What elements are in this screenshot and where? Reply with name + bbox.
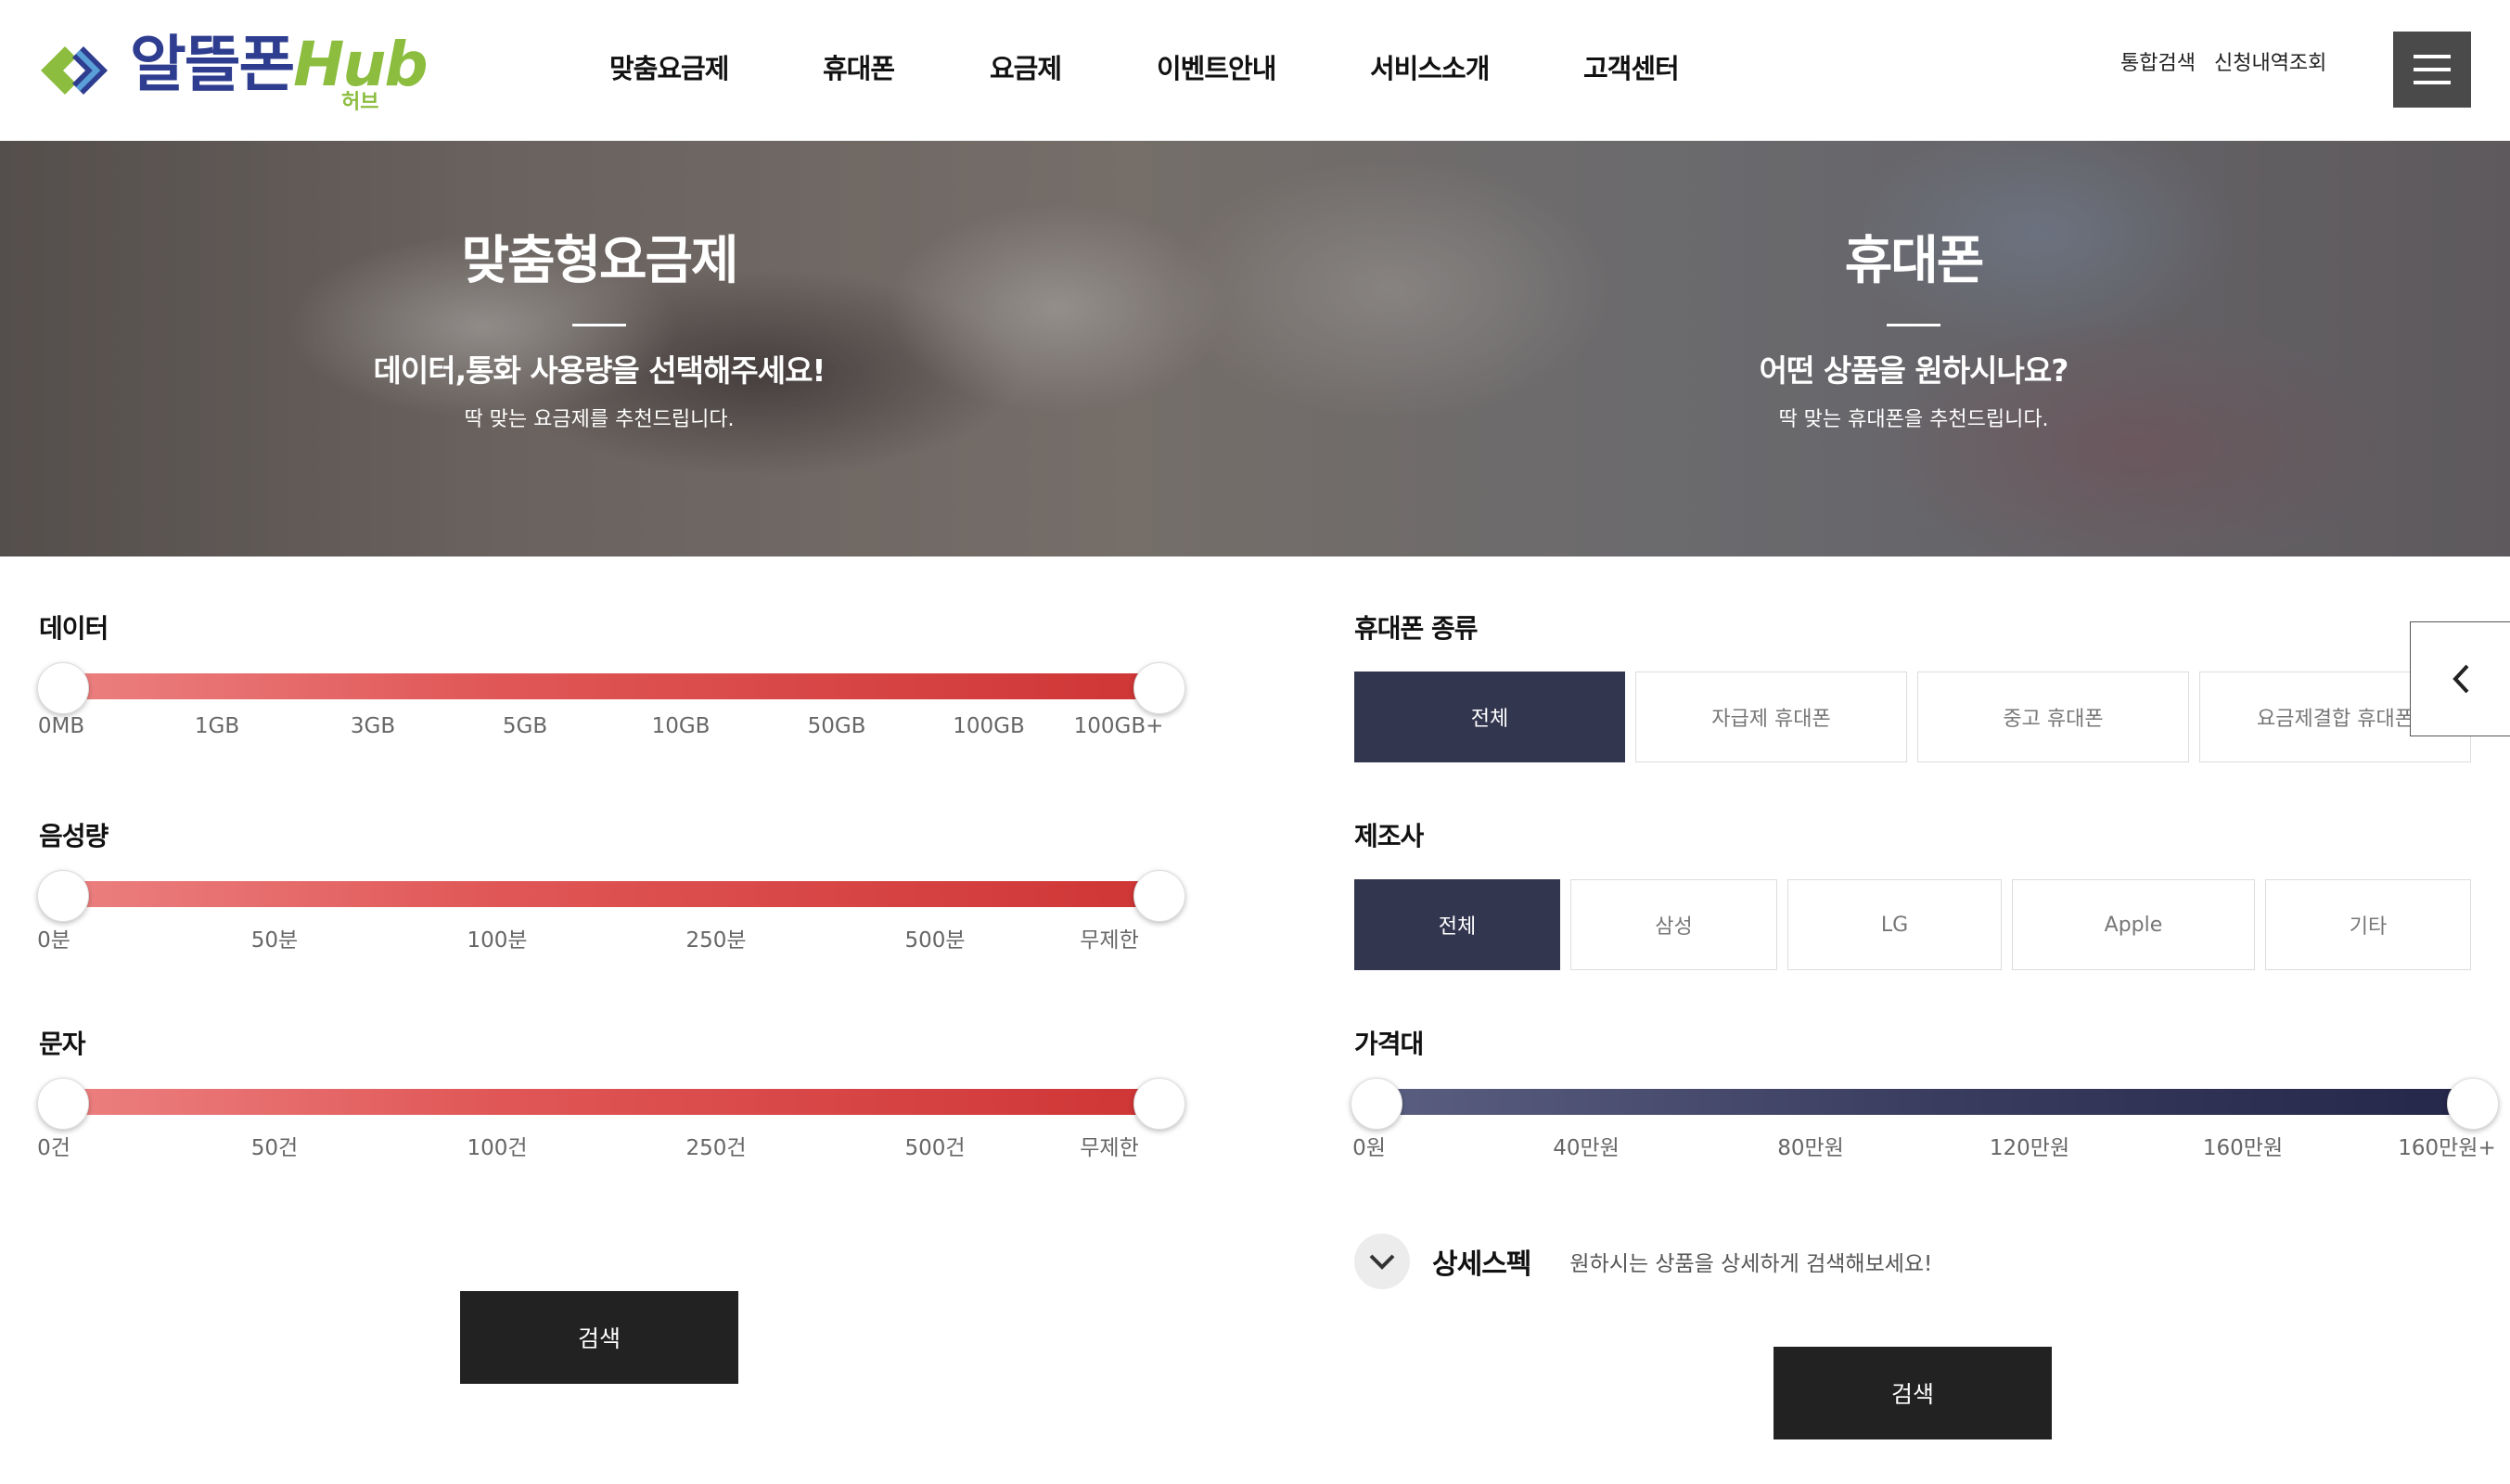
chevron-down-icon: [1369, 1254, 1395, 1270]
site-header: 알뜰폰Hub 허브 맞춤요금제 휴대폰 요금제 이벤트안내 서비스소개 고객센터…: [0, 0, 2510, 141]
sms-slider[interactable]: [37, 1068, 1187, 1130]
price-tick: 40만원: [1553, 1136, 1620, 1160]
price-slider-max-handle[interactable]: [2447, 1078, 2499, 1130]
hero-plan: 맞춤형요금제 데이터,통화 사용량을 선택해주세요! 딱 맞는 요금제를 추천드…: [228, 229, 970, 434]
sms-tick: 100건: [467, 1136, 528, 1160]
voice-tick: 100분: [467, 928, 528, 953]
nav-event[interactable]: 이벤트안내: [1157, 41, 1276, 96]
logo-text: 알뜰폰Hub: [130, 28, 429, 102]
voice-tick: 500분: [904, 928, 966, 953]
nav-custom-plan[interactable]: 맞춤요금제: [609, 41, 729, 96]
voice-tick: 무제한: [1080, 928, 1139, 953]
phone-search-button[interactable]: 검색: [1774, 1347, 2052, 1439]
nav-support[interactable]: 고객센터: [1583, 41, 1680, 96]
chevron-left-icon: [2452, 664, 2468, 694]
detail-spec-title: 상세스펙: [1432, 1248, 1531, 1281]
nav-service[interactable]: 서비스소개: [1370, 41, 1490, 96]
data-tick: 3GB: [350, 714, 396, 738]
price-slider-min-handle[interactable]: [1351, 1078, 1402, 1130]
maker-option-apple[interactable]: Apple: [2012, 879, 2255, 970]
data-slider-max-handle[interactable]: [1133, 662, 1185, 714]
data-slider-min-handle[interactable]: [37, 662, 89, 714]
hero-phone: 휴대폰 어떤 상품을 원하시나요? 딱 맞는 휴대폰을 추천드립니다.: [1543, 229, 2285, 434]
nav-phone[interactable]: 휴대폰: [823, 41, 895, 96]
hero-phone-title: 휴대폰: [1844, 231, 1985, 291]
sms-slider-track: [63, 1089, 1161, 1115]
application-history-link[interactable]: 신청내역조회: [2214, 46, 2326, 76]
hamburger-line: [2414, 81, 2451, 84]
hamburger-line: [2414, 55, 2451, 58]
data-label: 데이터: [39, 613, 109, 644]
sms-slider-max-handle[interactable]: [1133, 1078, 1185, 1130]
price-slider[interactable]: [1351, 1068, 2501, 1130]
hamburger-menu-button[interactable]: [2393, 32, 2471, 108]
logo-main: 알뜰폰: [130, 29, 295, 100]
price-tick: 80만원: [1777, 1136, 1844, 1160]
data-slider[interactable]: [37, 653, 1187, 714]
data-slider-track: [63, 673, 1161, 699]
detail-spec-desc: 원하시는 상품을 상세하게 검색해보세요!: [1569, 1252, 1933, 1276]
voice-slider-track: [63, 881, 1161, 907]
data-tick: 1GB: [194, 714, 240, 738]
site-logo[interactable]: 알뜰폰Hub 허브: [37, 28, 436, 114]
sms-slider-min-handle[interactable]: [37, 1078, 89, 1130]
maker-label: 제조사: [1354, 821, 1424, 851]
hero-plan-title: 맞춤형요금제: [461, 231, 738, 291]
data-tick: 5GB: [502, 714, 548, 738]
hero-divider: [572, 324, 626, 326]
voice-slider-max-handle[interactable]: [1133, 870, 1185, 922]
maker-option-lg[interactable]: LG: [1787, 879, 2002, 970]
phone-type-option-used[interactable]: 중고 휴대폰: [1917, 672, 2189, 762]
maker-option-other[interactable]: 기타: [2265, 879, 2471, 970]
voice-slider-min-handle[interactable]: [37, 870, 89, 922]
phone-type-option-unlocked[interactable]: 자급제 휴대폰: [1635, 672, 1907, 762]
price-tick: 120만원: [1989, 1136, 2070, 1160]
price-label: 가격대: [1354, 1029, 1424, 1059]
nav-plan[interactable]: 요금제: [990, 41, 1062, 96]
sms-tick: 50건: [250, 1136, 299, 1160]
voice-tick: 50분: [250, 928, 299, 953]
hero-phone-desc: 딱 맞는 휴대폰을 추천드립니다.: [1778, 408, 2049, 431]
sms-tick: 500건: [904, 1136, 966, 1160]
hero-plan-subtitle: 데이터,통화 사용량을 선택해주세요!: [373, 352, 826, 389]
sms-tick: 250건: [685, 1136, 747, 1160]
price-slider-track: [1377, 1089, 2475, 1115]
sms-label: 문자: [39, 1029, 86, 1059]
data-tick: 0MB: [37, 714, 85, 738]
phone-type-label: 휴대폰 종류: [1354, 613, 1479, 644]
hero-plan-desc: 딱 맞는 요금제를 추천드립니다.: [464, 408, 735, 431]
voice-tick: 0분: [37, 928, 70, 953]
voice-tick: 250분: [685, 928, 747, 953]
data-tick: 50GB: [807, 714, 866, 738]
side-panel-toggle[interactable]: [2410, 621, 2510, 736]
logo-sub: 허브: [341, 91, 379, 114]
hero-banner: 맞춤형요금제 데이터,통화 사용량을 선택해주세요! 딱 맞는 요금제를 추천드…: [0, 141, 2510, 556]
logo-mark-icon: [41, 46, 108, 95]
voice-label: 음성량: [39, 821, 109, 851]
price-tick: 160만원+: [2398, 1136, 2496, 1160]
data-tick: 10GB: [651, 714, 711, 738]
hero-phone-subtitle: 어떤 상품을 원하시나요?: [1759, 352, 2069, 389]
data-tick: 100GB+: [1073, 714, 1164, 738]
phone-type-option-all[interactable]: 전체: [1354, 672, 1625, 762]
maker-option-all[interactable]: 전체: [1354, 879, 1560, 970]
hamburger-line: [2414, 68, 2451, 71]
voice-slider[interactable]: [37, 861, 1187, 922]
sms-tick: 0건: [37, 1136, 70, 1160]
maker-option-samsung[interactable]: 삼성: [1570, 879, 1777, 970]
utility-links: 통합검색 신청내역조회: [2120, 46, 2326, 76]
integrated-search-link[interactable]: 통합검색: [2120, 46, 2196, 76]
detail-spec-toggle[interactable]: [1354, 1234, 1410, 1289]
hero-divider: [1887, 324, 1940, 326]
sms-tick: 무제한: [1080, 1136, 1139, 1160]
plan-search-button[interactable]: 검색: [460, 1291, 738, 1384]
detail-spec-row: 상세스펙 원하시는 상품을 상세하게 검색해보세요!: [1354, 1234, 1932, 1289]
price-tick: 0원: [1352, 1136, 1386, 1160]
price-tick: 160만원: [2202, 1136, 2284, 1160]
data-tick: 100GB: [953, 714, 1025, 738]
